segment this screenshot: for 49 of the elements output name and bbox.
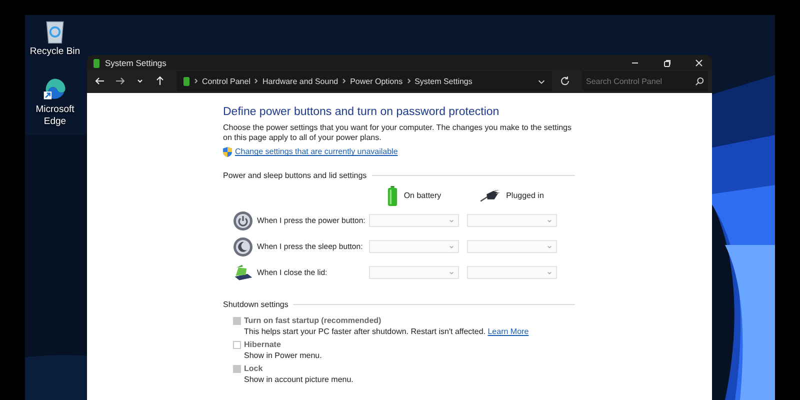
desktop-icon-label[interactable]: Recycle Bin	[30, 46, 80, 58]
option-label: Turn on fast startup (recommended)	[244, 314, 382, 326]
page-heading: Define power buttons and turn on password protection	[223, 106, 500, 118]
forward-arrow-icon	[115, 76, 125, 86]
refresh-icon	[560, 76, 570, 86]
chevron-right-icon	[342, 78, 346, 84]
chevron-right-icon	[254, 78, 258, 84]
restore-icon	[662, 58, 670, 66]
desktop-icon-label[interactable]: Microsoft Edge	[26, 104, 84, 128]
edge-icon	[43, 76, 67, 102]
battery-icon	[183, 76, 190, 86]
chevron-icon	[547, 270, 552, 275]
window-title: System Settings	[105, 58, 166, 68]
breadcrumb[interactable]: Power Options	[350, 76, 403, 86]
battery-icon	[93, 58, 100, 68]
section-title: Shutdown settings	[223, 300, 288, 309]
page-description: Choose the power settings that you want for your computer. The changes you make to the settings on this page apply to all of your power plans.	[223, 122, 572, 144]
shield-icon	[223, 146, 232, 157]
column-header: Plugged in	[506, 191, 544, 200]
chevron-icon	[449, 244, 454, 249]
option-description: This helps start your PC faster after shutdown. Restart isn't affected. Learn More	[244, 326, 529, 338]
address-bar[interactable]: Control Panel Hardware and Sound Power Options System Settings	[177, 71, 552, 92]
close-icon	[694, 58, 702, 66]
breadcrumb[interactable]: Control Panel	[202, 76, 250, 86]
laptop-icon	[233, 262, 253, 283]
battery-icon	[386, 186, 398, 206]
breadcrumb[interactable]: Hardware and Sound	[262, 76, 338, 86]
option-label: Lock	[244, 362, 264, 374]
chevron-icon	[547, 244, 552, 249]
plug-icon	[480, 190, 500, 202]
power-icon	[233, 210, 253, 231]
up-arrow-icon	[155, 76, 165, 86]
option-description: Show in Power menu.	[244, 350, 322, 362]
chevron-icon	[449, 270, 454, 275]
chevron-icon	[547, 218, 552, 223]
admin-link[interactable]: Change settings that are currently unavailable	[235, 147, 398, 156]
option-description: Show in account picture menu.	[244, 374, 354, 386]
back-arrow-icon	[95, 76, 105, 86]
option-label: Hibernate	[244, 338, 282, 350]
breadcrumb[interactable]: System Settings	[414, 76, 472, 86]
chevron-right-icon	[406, 78, 411, 84]
chevron-right-icon	[194, 78, 198, 84]
search-icon	[694, 76, 704, 86]
chevron-icon	[449, 218, 454, 223]
search-button[interactable]	[690, 71, 708, 92]
moon-icon	[233, 236, 253, 257]
column-header: On battery	[404, 191, 442, 200]
section-title: Power and sleep buttons and lid settings	[223, 170, 367, 180]
search-field[interactable]: Search Control Panel	[582, 71, 690, 92]
